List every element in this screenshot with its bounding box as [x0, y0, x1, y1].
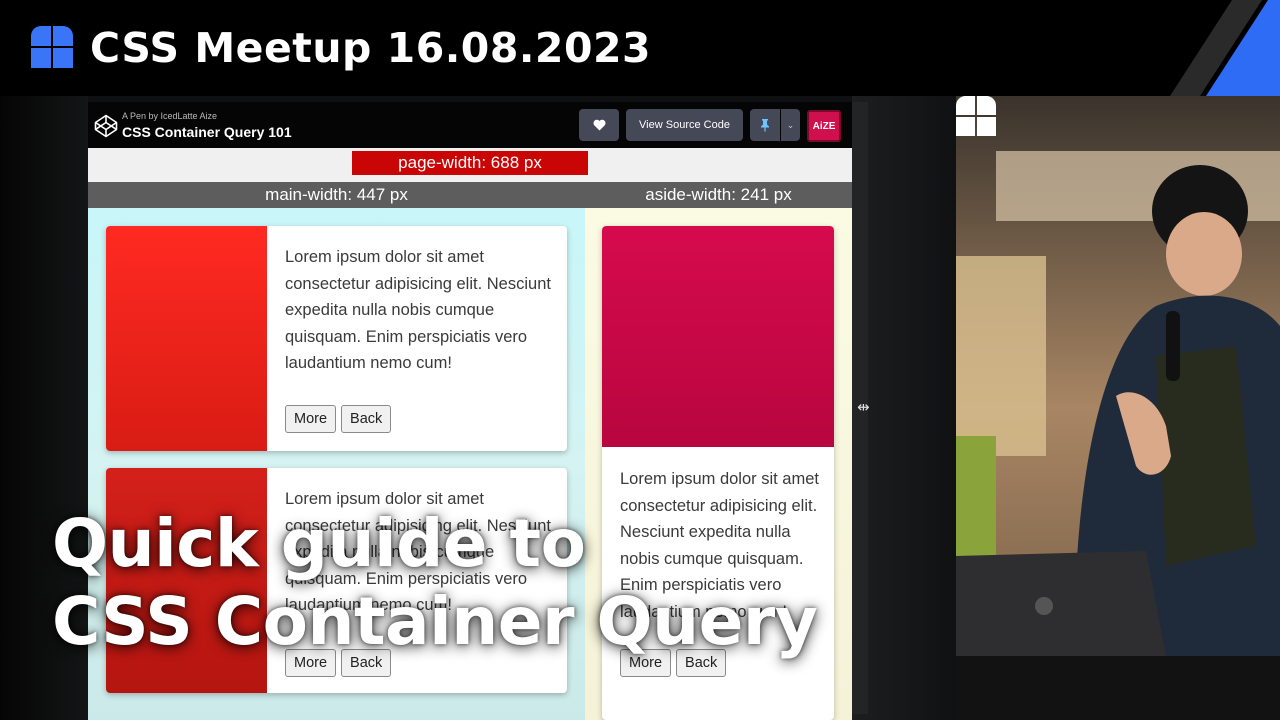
- chevron-down-icon: ⌄: [786, 119, 795, 130]
- view-source-button[interactable]: View Source Code: [626, 109, 743, 141]
- card-actions: More Back: [285, 405, 392, 433]
- card: Lorem ipsum dolor sit amet consectetur a…: [106, 226, 567, 451]
- pin-dropdown-button[interactable]: ⌄: [781, 109, 800, 141]
- event-title: CSS Meetup 16.08.2023: [90, 24, 652, 72]
- pin-button[interactable]: [750, 109, 780, 141]
- resize-cursor-icon: ⇹: [857, 398, 870, 416]
- watermark-logo-icon: [956, 96, 996, 136]
- pen-byline[interactable]: A Pen by IcedLatte Aize: [122, 111, 217, 121]
- speaker-photo: [956, 96, 1280, 720]
- pen-title: CSS Container Query 101: [122, 124, 292, 140]
- meetup-logo-icon: [31, 26, 73, 68]
- back-button[interactable]: Back: [341, 405, 392, 433]
- aside-width-label: aside-width: 241 px: [585, 182, 852, 208]
- headline-line-2: CSS Container Query: [52, 583, 818, 660]
- codepen-logo-icon[interactable]: [94, 114, 118, 138]
- card-image: [106, 226, 267, 451]
- heart-button[interactable]: [579, 109, 619, 141]
- avatar[interactable]: AiZE: [807, 110, 841, 142]
- headline-line-1: Quick guide to: [52, 505, 586, 582]
- top-banner: CSS Meetup 16.08.2023: [0, 0, 1280, 96]
- corner-stripes: [1170, 0, 1280, 96]
- page-width-label: page-width: 688 px: [352, 151, 588, 175]
- main-width-label: main-width: 447 px: [88, 182, 585, 208]
- card-image: [602, 226, 834, 447]
- more-button[interactable]: More: [285, 405, 337, 433]
- card-text: Lorem ipsum dolor sit amet consectetur a…: [285, 248, 551, 372]
- pin-icon: [761, 119, 769, 132]
- codepen-header: A Pen by IcedLatte Aize CSS Container Qu…: [88, 102, 852, 148]
- heart-icon: [592, 119, 606, 131]
- speaker-camera-feed: [956, 96, 1280, 720]
- video-headline: Quick guide to CSS Container Query: [52, 505, 818, 661]
